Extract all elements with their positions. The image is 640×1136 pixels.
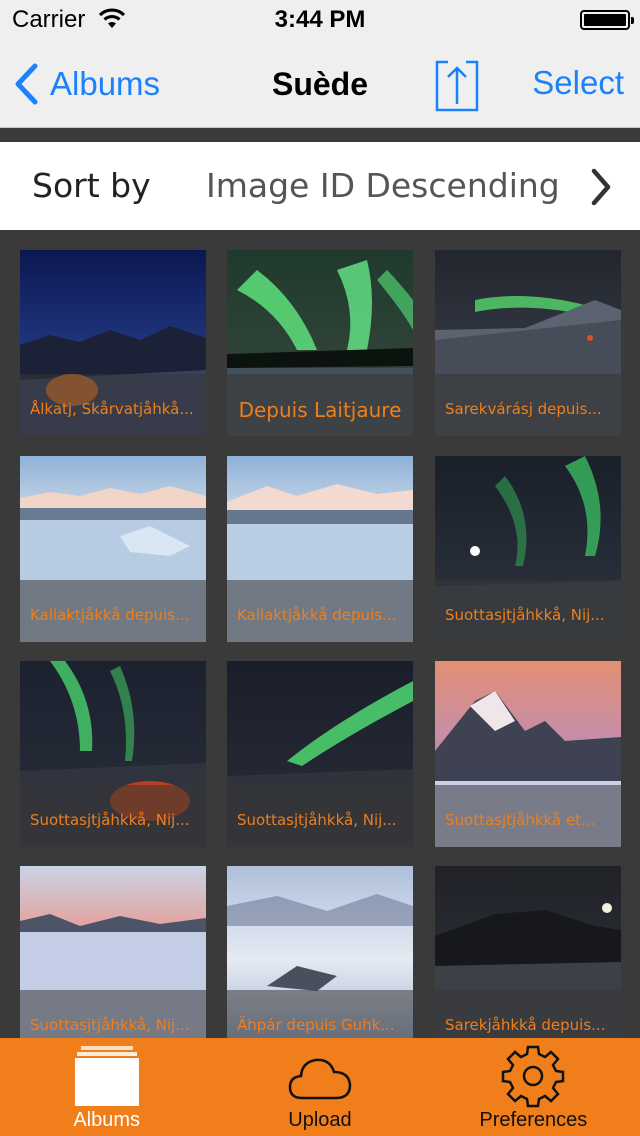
photo-tile[interactable]: Suottasjtjåhkkå et... [435,661,621,847]
photo-tile[interactable]: Suottasjtjåhkkå, Nij... [20,866,206,1038]
status-time: 3:44 PM [274,6,366,33]
albums-icon [74,1046,139,1106]
navigation-bar: Albums Suède Select [0,40,640,128]
photo-caption: Ähpár depuis Guhk... [237,1016,395,1034]
status-bar: Carrier 3:44 PM [0,0,640,40]
photo-tile[interactable]: Ähpár depuis Guhk... [227,866,413,1038]
photo-caption: Kallaktjåkkå depuis... [237,606,397,624]
battery-icon [580,10,634,30]
tab-preferences-label: Preferences [479,1109,588,1131]
tab-upload-label: Upload [288,1109,352,1131]
tab-bar: Albums Upload Preferences [0,1038,640,1136]
photo-tile[interactable]: Sarekvárásj depuis... [435,250,621,436]
tab-albums[interactable]: Albums [0,1038,213,1136]
photo-tile[interactable]: Suottasjtjåhkkå, Nij... [227,661,413,847]
chevron-left-icon [15,63,38,105]
photo-caption: Suottasjtjåhkkå, Nij... [237,811,397,829]
photo-caption: Ålkatj, Skårvatjåhkå... [30,400,194,418]
share-button[interactable] [434,54,480,114]
select-button[interactable]: Select [532,64,624,102]
share-icon [435,60,479,112]
photo-caption: Kallaktjåkkå depuis... [30,606,190,624]
photo-grid[interactable]: Ålkatj, Skårvatjåhkå... Depuis Laitjaure… [0,230,640,1038]
photo-tile[interactable]: Kallaktjåkkå depuis... [20,456,206,642]
photo-caption: Suottasjtjåhkkå, Nij... [30,1016,190,1034]
sort-value: Image ID Descending [206,166,560,205]
photo-caption: Sarekjåhkkå depuis... [445,1016,606,1034]
sort-label: Sort by [32,166,151,205]
photo-tile[interactable]: Depuis Laitjaure [227,250,413,436]
photo-tile[interactable]: Kallaktjåkkå depuis... [227,456,413,642]
photo-caption: Suottasjtjåhkkå et... [445,811,596,829]
cloud-icon [288,1058,352,1100]
photo-caption: Sarekvárásj depuis... [445,400,602,418]
photo-tile[interactable]: Suottasjtjåhkkå, Nij... [435,456,621,642]
photo-tile[interactable]: Sarekjåhkkå depuis... [435,866,621,1038]
photo-caption: Suottasjtjåhkkå, Nij... [30,811,190,829]
tab-albums-label: Albums [73,1109,141,1131]
chevron-right-icon [591,168,611,206]
back-button[interactable]: Albums [14,60,160,108]
photo-caption: Depuis Laitjaure [238,398,402,422]
tab-upload[interactable]: Upload [213,1038,426,1136]
tab-preferences[interactable]: Preferences [427,1038,640,1136]
sort-selector[interactable]: Sort by Image ID Descending [0,142,640,230]
photo-tile[interactable]: Ålkatj, Skårvatjåhkå... [20,250,206,436]
photo-caption: Suottasjtjåhkkå, Nij... [445,606,605,624]
gear-icon [502,1045,565,1108]
photo-tile[interactable]: Suottasjtjåhkkå, Nij... [20,661,206,847]
back-button-label: Albums [50,65,161,102]
